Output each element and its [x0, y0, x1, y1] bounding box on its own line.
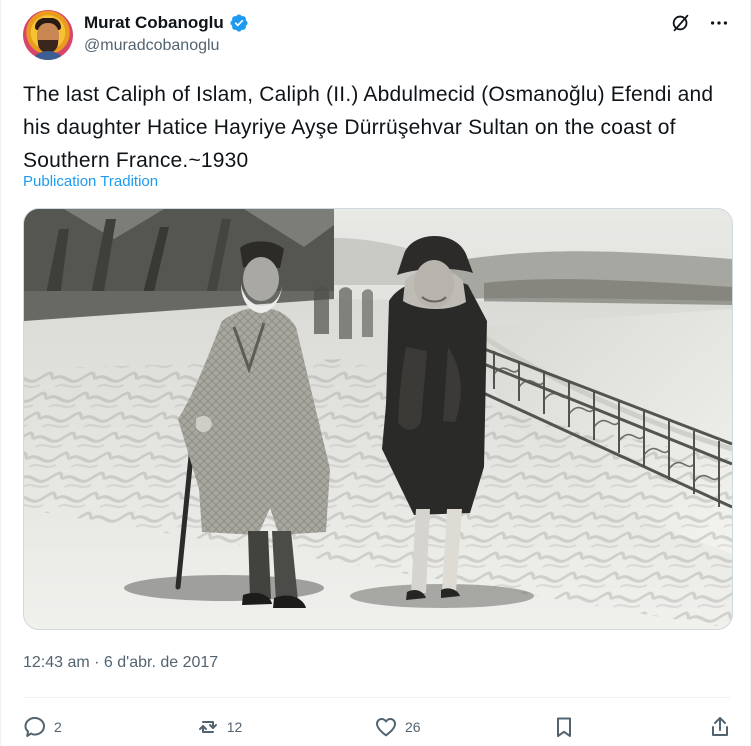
- author-handle[interactable]: @muradcobanoglu: [84, 36, 219, 56]
- grok-icon[interactable]: [670, 12, 692, 34]
- translation-link[interactable]: Publication Tradition: [23, 172, 158, 192]
- reply-count: 2: [54, 719, 62, 735]
- share-icon: [708, 715, 732, 739]
- repost-icon: [196, 715, 220, 739]
- tweet-photo[interactable]: [23, 208, 733, 630]
- author-display-name[interactable]: Murat Cobanoglu: [84, 12, 224, 34]
- repost-button[interactable]: 12: [196, 710, 243, 744]
- like-button[interactable]: 26: [374, 710, 421, 744]
- repost-count: 12: [226, 719, 243, 735]
- tweet-actions-bar: 2 12 26: [23, 710, 732, 744]
- bookmark-button[interactable]: [552, 710, 576, 744]
- author-name-row[interactable]: Murat Cobanoglu: [84, 11, 249, 35]
- reply-button[interactable]: 2: [23, 710, 64, 744]
- tweet-header: Murat Cobanoglu @muradcobanoglu: [23, 8, 730, 62]
- profile-avatar[interactable]: [23, 10, 73, 60]
- tweet-timestamp[interactable]: 12:43 am · 6 d'abr. de 2017: [23, 653, 218, 673]
- tweet-actions-divider: [23, 697, 730, 698]
- heart-icon: [374, 715, 398, 739]
- share-button[interactable]: [708, 710, 732, 744]
- like-count: 26: [404, 719, 421, 735]
- tweet-text: The last Caliph of Islam, Caliph (II.) A…: [23, 83, 714, 172]
- more-icon[interactable]: [708, 12, 730, 34]
- verified-badge-icon: [229, 13, 249, 33]
- tweet-card: Murat Cobanoglu @muradcobanoglu The last…: [0, 0, 751, 746]
- bookmark-icon: [552, 715, 576, 739]
- avatar-shirt: [28, 51, 68, 60]
- header-actions: [670, 11, 730, 35]
- reply-icon: [23, 715, 47, 739]
